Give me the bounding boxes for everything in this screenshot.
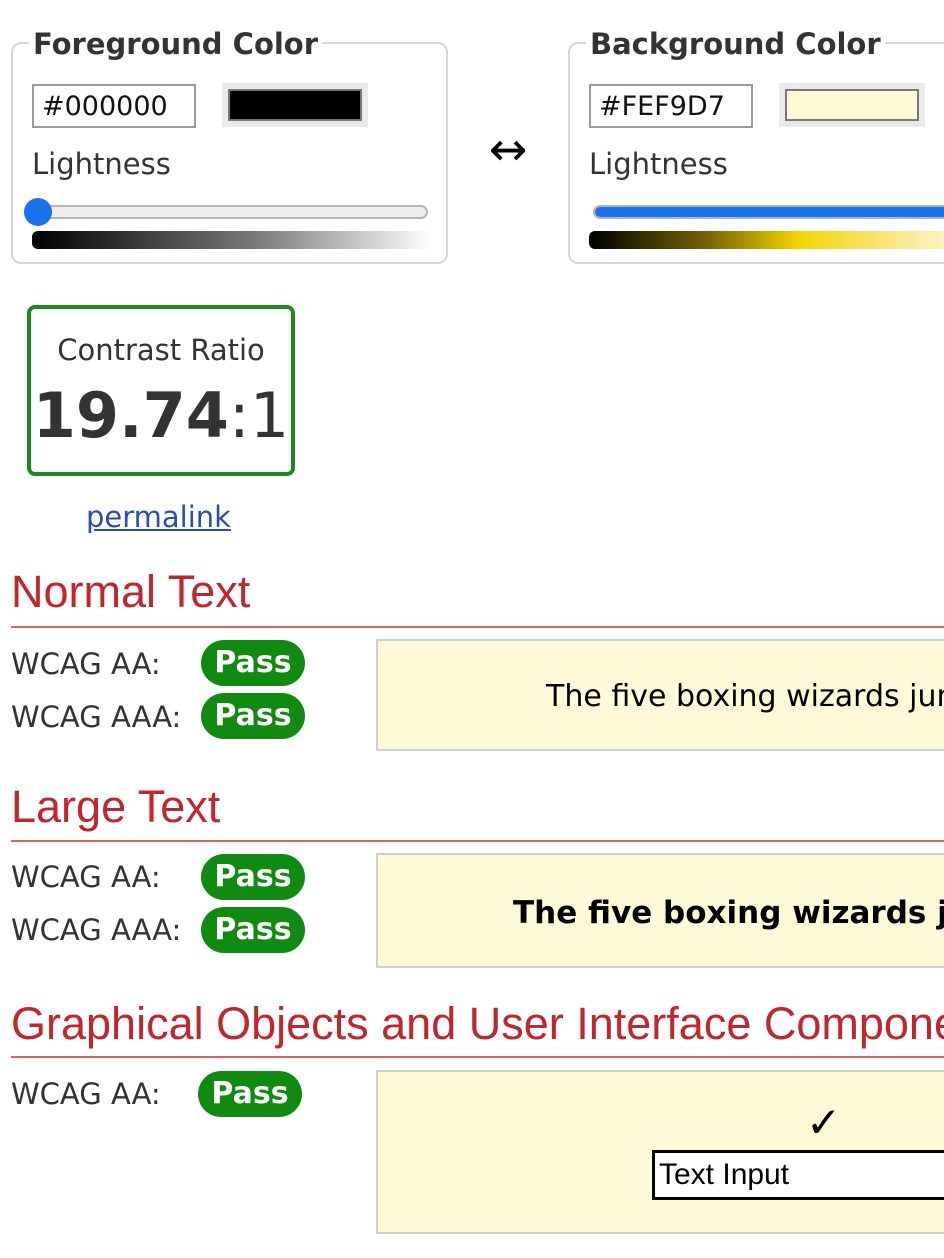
contrast-ratio-suffix: :1 — [228, 379, 290, 452]
contrast-ratio-label: Contrast Ratio — [57, 333, 265, 367]
graphical-objects-aa-label: WCAG AA: — [11, 1077, 161, 1111]
foreground-hex-input[interactable] — [32, 84, 196, 128]
graphical-objects-divider — [11, 1056, 944, 1058]
contrast-checker-page: Foreground Color Lightness ↔ Background … — [0, 0, 944, 1258]
graphical-objects-sample-box: ✓ — [376, 1070, 944, 1234]
large-text-sample: The five boxing wizards jump quickly. — [513, 895, 944, 931]
foreground-lightness-slider[interactable] — [24, 198, 428, 226]
normal-text-sample-box: The five boxing wizards jump quickly. — [376, 639, 944, 751]
normal-text-sample: The five boxing wizards jump quickly. — [546, 679, 944, 714]
background-color-fieldset: Background Color Lightness — [568, 24, 944, 264]
normal-text-heading: Normal Text — [11, 566, 251, 617]
large-text-heading: Large Text — [11, 781, 221, 832]
background-slider-fill — [595, 207, 944, 217]
graphical-objects-heading: Graphical Objects and User Interface Com… — [11, 998, 944, 1049]
background-lightness-slider[interactable] — [593, 205, 944, 219]
large-text-aaa-label: WCAG AAA: — [11, 913, 182, 947]
background-color-picker[interactable] — [779, 83, 925, 127]
permalink-link[interactable]: permalink — [86, 497, 231, 537]
foreground-color-legend: Foreground Color — [29, 24, 323, 64]
normal-text-divider — [11, 626, 944, 628]
background-lightness-gradient — [589, 231, 944, 249]
normal-text-aa-badge: Pass — [201, 640, 305, 686]
large-text-aa-label: WCAG AA: — [11, 860, 161, 894]
foreground-lightness-label: Lightness — [32, 147, 171, 181]
foreground-color-swatch[interactable] — [228, 89, 362, 121]
foreground-slider-thumb[interactable] — [24, 198, 52, 226]
background-hex-input[interactable] — [589, 84, 753, 128]
foreground-color-fieldset: Foreground Color Lightness — [11, 24, 448, 264]
sample-text-input[interactable] — [652, 1150, 944, 1200]
background-color-swatch[interactable] — [785, 89, 919, 121]
swap-colors-icon[interactable]: ↔ — [474, 122, 542, 176]
large-text-sample-box: The five boxing wizards jump quickly. — [376, 853, 944, 968]
background-lightness-label: Lightness — [589, 147, 728, 181]
graphical-objects-aa-badge: Pass — [198, 1071, 302, 1117]
contrast-ratio-number: 19.74 — [32, 379, 229, 452]
foreground-color-picker[interactable] — [222, 83, 368, 127]
large-text-aa-badge: Pass — [201, 854, 305, 900]
large-text-divider — [11, 840, 944, 842]
checkmark-icon: ✓ — [806, 1098, 842, 1147]
background-color-legend: Background Color — [586, 24, 885, 64]
contrast-ratio-box: Contrast Ratio 19.74:1 — [27, 305, 295, 476]
normal-text-aaa-label: WCAG AAA: — [11, 700, 182, 734]
contrast-ratio-value: 19.74:1 — [31, 379, 291, 453]
large-text-aaa-badge: Pass — [201, 907, 305, 953]
normal-text-aaa-badge: Pass — [201, 693, 305, 739]
foreground-lightness-gradient — [32, 231, 432, 249]
normal-text-aa-label: WCAG AA: — [11, 647, 161, 681]
